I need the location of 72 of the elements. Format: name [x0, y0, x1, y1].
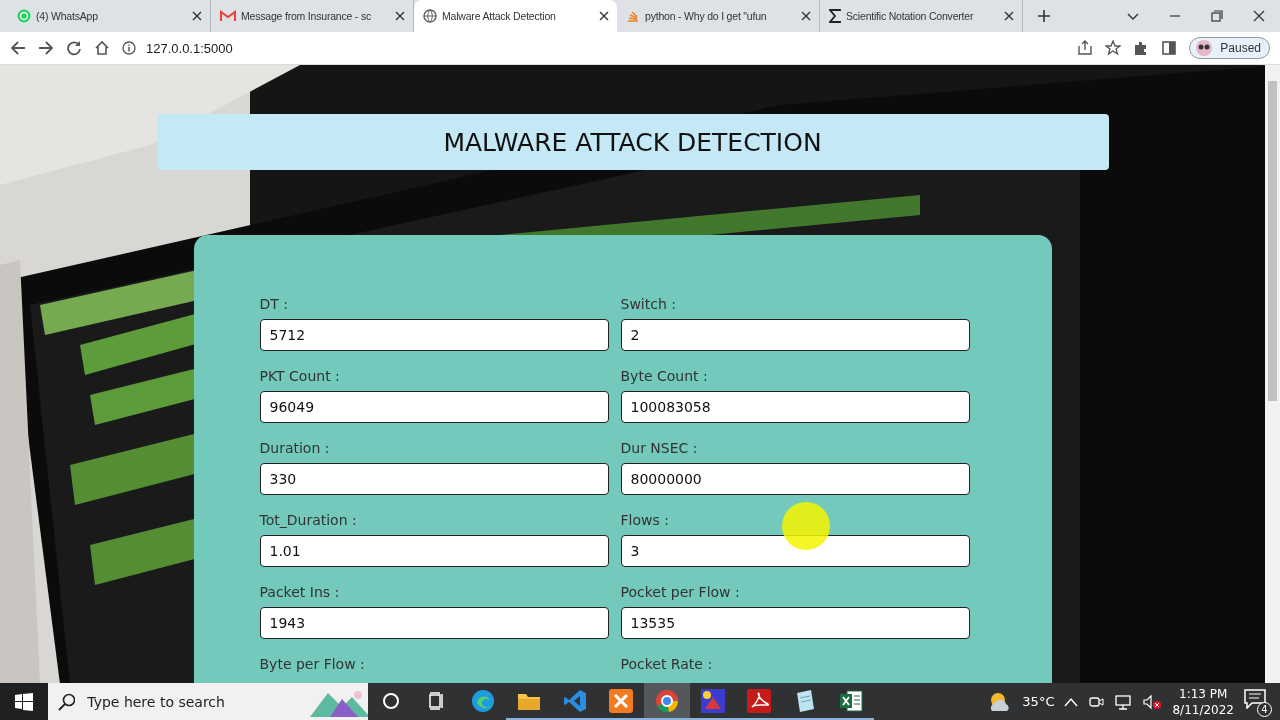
server-icon[interactable]: [609, 688, 633, 713]
field-label: Pocket Rate :: [620, 655, 714, 673]
reload-icon[interactable]: [66, 40, 82, 56]
search-field[interactable]: Type here to search: [85, 692, 301, 711]
spreadsheet-icon[interactable]: [839, 688, 863, 713]
restore-icon[interactable]: [1211, 10, 1223, 22]
input-field[interactable]: 80000000: [620, 463, 970, 495]
forward-icon[interactable]: [38, 40, 54, 56]
sigma-icon: [829, 9, 841, 23]
home-icon[interactable]: [94, 40, 110, 56]
code-editor-icon[interactable]: [563, 688, 587, 713]
star-icon[interactable]: [1105, 40, 1122, 56]
field-label: Flows :: [620, 511, 670, 529]
muted-speaker-icon[interactable]: [1142, 693, 1163, 710]
clock[interactable]: 1:13 PM 8/11/2022: [1172, 685, 1234, 718]
input-field[interactable]: 330: [259, 463, 609, 495]
field-label: Byte per Flow :: [259, 655, 366, 673]
chevron-up-icon[interactable]: [1064, 696, 1079, 707]
close-icon[interactable]: [1253, 10, 1265, 22]
side-panel-icon[interactable]: [1161, 40, 1178, 56]
date: 8/11/2022: [1172, 701, 1234, 718]
start-button[interactable]: [0, 683, 48, 720]
input-field[interactable]: 2: [620, 319, 970, 351]
notifications-button[interactable]: 4: [1244, 688, 1270, 715]
pdf-icon[interactable]: [747, 688, 771, 713]
new-tab-icon[interactable]: [1037, 9, 1051, 23]
close-icon[interactable]: [190, 9, 204, 23]
field-label: DT :: [259, 295, 289, 313]
chat-icon: [17, 9, 31, 23]
browser-tab[interactable]: Malware Attack Detection: [414, 0, 617, 32]
field-label: Packet Ins :: [259, 583, 341, 601]
close-icon[interactable]: [1002, 9, 1016, 23]
input-field[interactable]: 96049: [259, 391, 609, 423]
field-label: PKT Count :: [259, 367, 341, 385]
scrollbar-thumb[interactable]: [1268, 81, 1277, 401]
info-icon[interactable]: [122, 41, 136, 55]
circle-icon[interactable]: [382, 691, 400, 710]
network-icon[interactable]: [1114, 693, 1133, 710]
paint-app-icon[interactable]: [701, 688, 725, 713]
input-field[interactable]: 1.01: [259, 535, 609, 567]
avatar-icon: [1194, 40, 1215, 56]
stack-icon: [626, 9, 640, 23]
browser-icon[interactable]: [471, 688, 495, 713]
search-bar[interactable]: Type here to search: [48, 683, 368, 720]
field-label: Duration :: [259, 439, 331, 457]
windows-icon: [15, 692, 33, 711]
input-field[interactable]: 1943: [259, 607, 609, 639]
input-field[interactable]: 5712: [259, 319, 609, 351]
chrome-icon[interactable]: [655, 688, 679, 713]
field-label: Dur NSEC :: [620, 439, 699, 457]
search-icon: [58, 692, 76, 711]
field-label: Switch :: [620, 295, 677, 313]
input-field[interactable]: 13535: [620, 607, 970, 639]
close-icon[interactable]: [799, 9, 813, 23]
temperature[interactable]: 35°C: [1022, 694, 1055, 709]
field-label: Tot_Duration :: [259, 511, 358, 529]
input-field[interactable]: 3: [620, 535, 970, 567]
task-view-icon[interactable]: [428, 691, 446, 710]
mail-icon: [220, 10, 236, 22]
globe-icon: [423, 9, 437, 23]
share-icon[interactable]: [1077, 40, 1094, 56]
field-label: Byte Count :: [620, 367, 709, 385]
close-icon[interactable]: [393, 9, 407, 23]
input-field[interactable]: 100083058: [620, 391, 970, 423]
address-field[interactable]: 127.0.0.1:5000: [146, 40, 233, 56]
page-title: MALWARE ATTACK DETECTION: [156, 114, 1109, 170]
profile-button[interactable]: Paused: [1189, 37, 1270, 59]
close-icon[interactable]: [597, 9, 611, 23]
back-icon[interactable]: [10, 40, 26, 56]
scrollbar[interactable]: [1265, 65, 1280, 683]
field-label: Pocket per Flow :: [620, 583, 741, 601]
time: 1:13 PM: [1179, 685, 1228, 702]
